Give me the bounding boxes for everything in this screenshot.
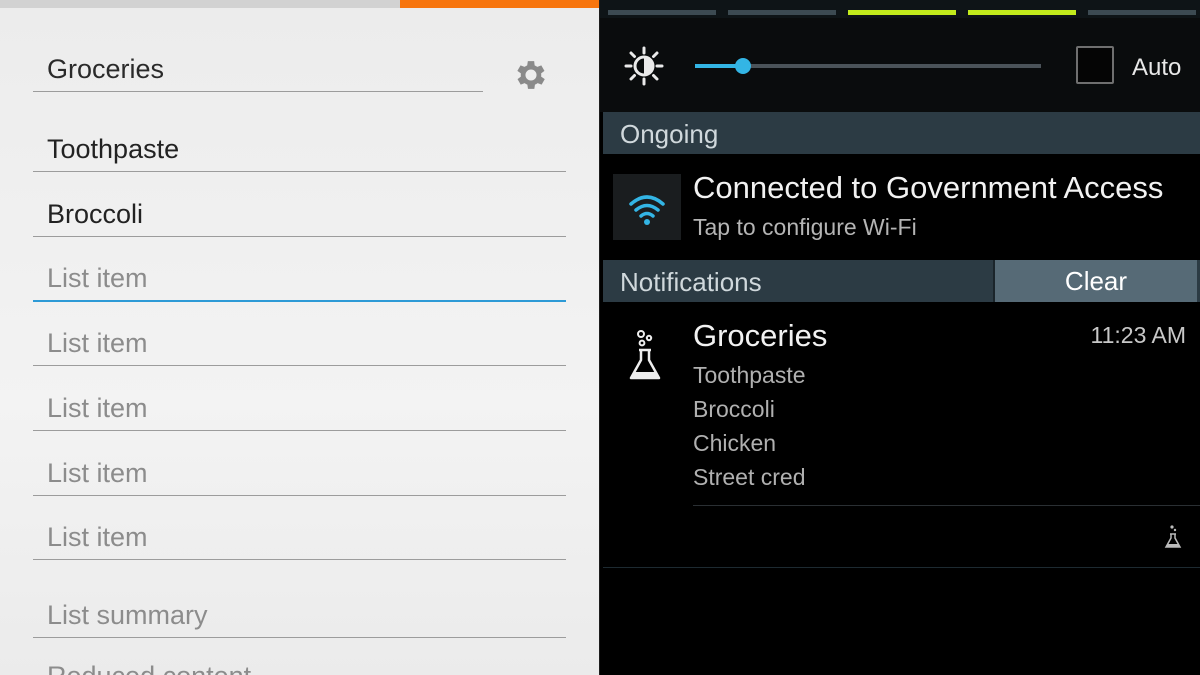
wifi-icon [629,195,665,225]
auto-brightness-checkbox[interactable] [1076,46,1114,84]
list-item-field[interactable]: Toothpaste [33,132,566,172]
flask-icon [629,330,661,380]
quick-toggle-indicator[interactable] [728,10,836,15]
groceries-notification[interactable]: Groceries 11:23 AM Toothpaste Broccoli C… [603,302,1200,568]
brightness-slider-thumb[interactable] [735,58,751,74]
wifi-icon-container [613,174,681,240]
quick-settings-bar [600,0,1200,18]
notification-line: Broccoli [693,396,775,422]
clear-button[interactable]: Clear [993,260,1197,302]
list-item-placeholder: List item [47,328,148,358]
brightness-icon [624,46,664,86]
auto-brightness-label: Auto [1132,54,1182,81]
list-item-placeholder: List item [47,263,148,293]
action-bar-accent [400,0,600,8]
list-item-field[interactable]: Broccoli [33,197,566,237]
wifi-notification-subtitle: Tap to configure Wi-Fi [693,214,917,240]
brightness-slider[interactable] [695,58,1041,74]
list-summary-field[interactable]: List summary [33,598,566,638]
list-item-field[interactable]: List item [33,391,566,431]
quick-toggle-indicator[interactable] [848,10,956,15]
notification-divider [693,505,1200,506]
notification-line: Toothpaste [693,362,806,388]
list-item-text: Broccoli [47,199,144,229]
reduced-content-field[interactable]: Reduced content [33,655,566,675]
title-text: Groceries [47,54,165,84]
notifications-header-label: Notifications [620,267,762,297]
action-bar-strip [0,0,400,8]
list-summary-placeholder: List summary [47,600,208,630]
notification-line: Chicken [693,430,777,456]
groceries-notification-title: Groceries [693,318,828,353]
quick-toggle-indicator[interactable] [968,10,1076,15]
wifi-notification[interactable]: Connected to Government Access Tap to co… [603,154,1200,259]
list-item-placeholder: List item [47,393,148,423]
notification-shade: Auto Ongoing Connected to Government Acc… [600,0,1200,675]
ongoing-header-label: Ongoing [620,119,719,149]
brightness-row: Auto [600,18,1200,112]
list-item-placeholder: List item [47,458,148,488]
notifications-header: Notifications Clear [603,260,1200,302]
list-item-field[interactable]: List item [33,456,566,496]
notification-time: 11:23 AM [1090,322,1186,348]
gear-icon[interactable] [512,56,550,94]
wifi-notification-title: Connected to Government Access [693,170,1164,205]
title-field[interactable]: Groceries [33,52,483,92]
list-item-text: Toothpaste [47,134,180,164]
list-item-field[interactable]: List item [33,326,566,366]
list-item-field-focused[interactable]: List item [33,262,566,302]
quick-toggle-indicator[interactable] [608,10,716,15]
list-item-field[interactable]: List item [33,520,566,560]
ongoing-header: Ongoing [603,112,1200,154]
list-item-placeholder: List item [47,522,148,552]
notification-line: Street cred [693,464,806,490]
list-editor: Groceries Toothpaste Broccoli List item … [0,0,600,675]
small-flask-icon [1164,525,1182,548]
reduced-content-placeholder: Reduced content [47,663,251,675]
quick-toggle-indicator[interactable] [1088,10,1196,15]
